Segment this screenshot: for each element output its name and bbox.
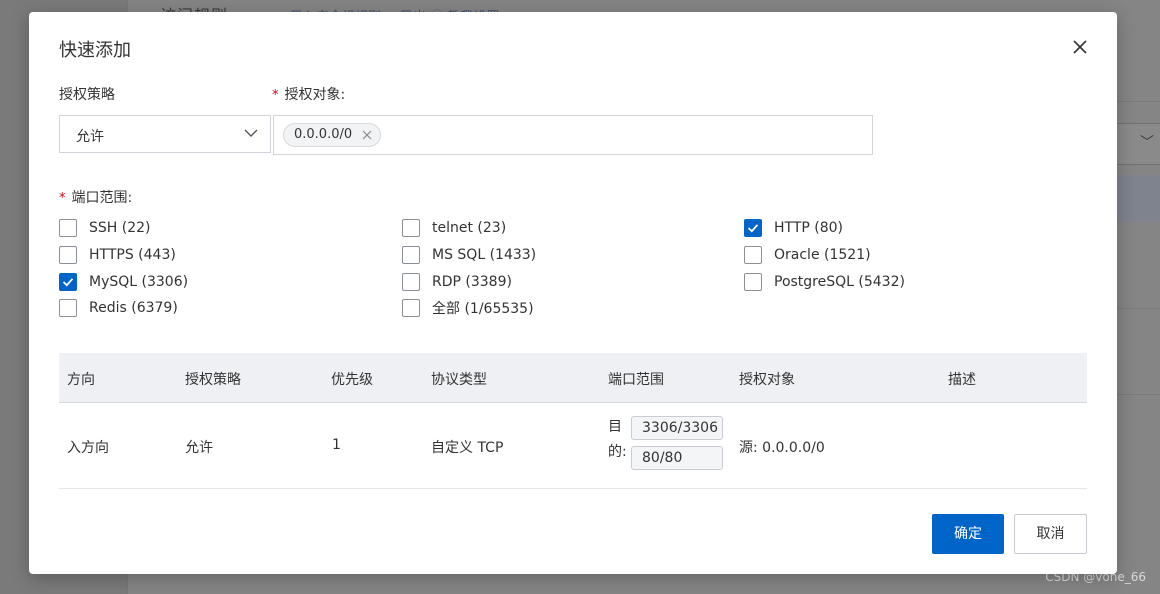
close-button[interactable] <box>1069 36 1091 58</box>
target-tag-input[interactable]: 0.0.0.0/0 <box>273 115 873 155</box>
checkbox-label: 全部 (1/65535) <box>432 301 534 317</box>
target-tag-label: 0.0.0.0/0 <box>294 127 353 142</box>
cancel-button[interactable]: 取消 <box>1014 514 1087 554</box>
port-checkbox-item[interactable]: Redis (6379) <box>59 298 178 318</box>
cell-priority: 1 <box>332 437 341 453</box>
checkbox-label: RDP (3389) <box>432 274 512 290</box>
column-header: 授权对象 <box>739 372 795 388</box>
port-checkbox-item[interactable]: MySQL (3306) <box>59 272 188 292</box>
port-checkbox-item[interactable]: 全部 (1/65535) <box>402 298 534 318</box>
column-header: 授权策略 <box>185 372 241 388</box>
column-header: 描述 <box>948 372 976 388</box>
checkbox-icon[interactable] <box>402 273 420 291</box>
checkbox-icon[interactable] <box>402 246 420 264</box>
port-checkbox-item[interactable]: HTTPS (443) <box>59 245 176 265</box>
checkbox-label: MS SQL (1433) <box>432 247 537 263</box>
close-icon <box>1073 40 1087 54</box>
dialog-title: 快速添加 <box>59 40 131 61</box>
checkbox-icon[interactable] <box>59 299 77 317</box>
port-checkbox-item[interactable]: HTTP (80) <box>744 218 843 238</box>
checkbox-icon[interactable] <box>744 246 762 264</box>
port-prefix: 目 <box>608 419 622 435</box>
background-select: ﹀ <box>1115 123 1160 165</box>
checkbox-label: telnet (23) <box>432 220 507 236</box>
checkbox-checked-icon[interactable] <box>744 219 762 237</box>
background-divider <box>1115 308 1160 309</box>
chevron-down-icon <box>244 129 258 137</box>
chevron-down-icon: ﹀ <box>1140 135 1154 151</box>
quick-add-dialog: 快速添加 授权策略 * 授权对象: 允许 0.0.0.0/0 * 端口范围: SSH… <box>29 12 1117 574</box>
port-value-field: 80/80 <box>631 446 723 470</box>
checkbox-label: SSH (22) <box>89 220 151 236</box>
column-header: 端口范围 <box>608 372 664 388</box>
cell-direction: 入方向 <box>67 440 109 456</box>
table-row: 入方向 允许 1 自定义 TCP 目 的: 3306/3306 80/80 源:… <box>59 403 1087 489</box>
background-divider <box>1115 394 1160 395</box>
target-tag: 0.0.0.0/0 <box>283 123 382 147</box>
checkbox-label: MySQL (3306) <box>89 274 189 290</box>
checkbox-label: HTTP (80) <box>774 220 844 236</box>
checkbox-label: Redis (6379) <box>89 300 178 316</box>
port-checkbox-item[interactable]: PostgreSQL (5432) <box>744 272 905 292</box>
port-value-field: 3306/3306 <box>631 416 723 440</box>
tag-remove-icon[interactable] <box>362 130 372 140</box>
checkbox-icon[interactable] <box>59 246 77 264</box>
checkbox-icon[interactable] <box>402 299 420 317</box>
cell-target: 源: 0.0.0.0/0 <box>739 440 825 456</box>
checkbox-icon[interactable] <box>59 219 77 237</box>
port-range-label: * 端口范围: <box>59 190 133 206</box>
column-header: 方向 <box>67 372 95 388</box>
checkbox-icon[interactable] <box>402 219 420 237</box>
background-row-highlight <box>1115 175 1160 221</box>
cell-policy: 允许 <box>185 440 213 456</box>
policy-select[interactable]: 允许 <box>59 115 271 153</box>
rule-table-header: 方向 授权策略 优先级 协议类型 端口范围 授权对象 描述 <box>59 353 1087 403</box>
target-label: * 授权对象: <box>272 87 346 103</box>
checkbox-label: HTTPS (443) <box>89 247 176 263</box>
confirm-button[interactable]: 确定 <box>932 514 1004 554</box>
required-asterisk-icon: * <box>272 88 279 103</box>
policy-label: 授权策略 <box>59 87 115 103</box>
column-header: 协议类型 <box>431 372 487 388</box>
checkbox-checked-icon[interactable] <box>59 273 77 291</box>
checkbox-label: Oracle (1521) <box>774 247 871 263</box>
port-checkbox-item[interactable]: telnet (23) <box>402 218 506 238</box>
port-checkbox-item[interactable]: RDP (3389) <box>402 272 512 292</box>
cell-protocol: 自定义 TCP <box>431 440 504 456</box>
background-divider <box>1115 101 1160 102</box>
policy-select-value: 允许 <box>76 129 104 145</box>
port-checkbox-item[interactable]: SSH (22) <box>59 218 151 238</box>
port-checkbox-item[interactable]: MS SQL (1433) <box>402 245 536 265</box>
checkbox-icon[interactable] <box>744 273 762 291</box>
port-checkbox-item[interactable]: Oracle (1521) <box>744 245 871 265</box>
column-header: 优先级 <box>331 372 373 388</box>
required-asterisk-icon: * <box>59 191 66 206</box>
checkbox-label: PostgreSQL (5432) <box>774 274 905 290</box>
port-prefix: 的: <box>608 444 627 460</box>
